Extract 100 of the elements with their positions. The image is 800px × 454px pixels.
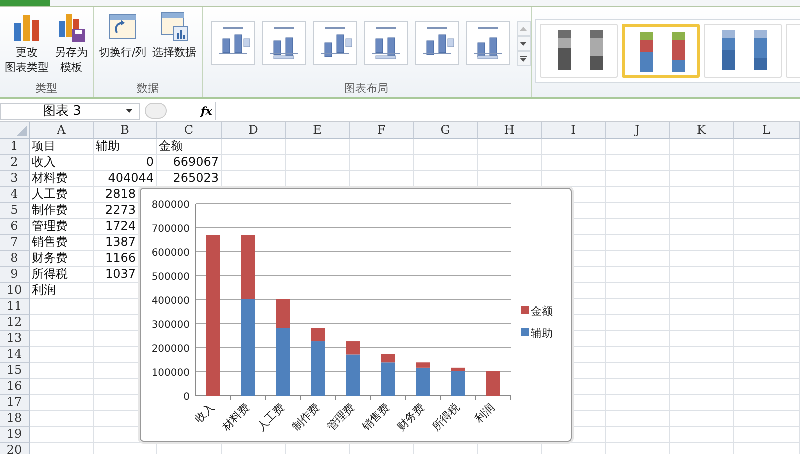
row-header[interactable]: 19 bbox=[0, 427, 30, 443]
corner-triangle-icon bbox=[17, 126, 27, 136]
function-label[interactable]: fx bbox=[201, 104, 212, 118]
table-cell bbox=[734, 379, 800, 395]
table-cell bbox=[734, 411, 800, 427]
table-cell bbox=[542, 155, 606, 171]
name-box[interactable]: 图表 3 bbox=[0, 102, 140, 120]
up-arrow-icon bbox=[520, 26, 528, 30]
row-header[interactable]: 16 bbox=[0, 379, 30, 395]
column-header[interactable]: H bbox=[478, 122, 542, 139]
chart-style-thumbnail[interactable] bbox=[704, 24, 782, 78]
row-header[interactable]: 8 bbox=[0, 251, 30, 267]
row-header[interactable]: 7 bbox=[0, 235, 30, 251]
chart-background[interactable]: 0 100000 200000 300000 400000 500000 600000 700000 800000 收入 材料费 人工费 制作费 管理费 销售费 财务费 所得税 利润 金额 辅助 bbox=[140, 188, 572, 442]
table-cell bbox=[478, 155, 542, 171]
layout-thumbnail[interactable] bbox=[414, 21, 459, 65]
table-cell bbox=[670, 411, 734, 427]
zoom-handle[interactable] bbox=[145, 103, 167, 119]
column-header[interactable]: E bbox=[286, 122, 350, 139]
table-cell bbox=[670, 299, 734, 315]
ribbon-button[interactable]: 更改 图表类型 bbox=[3, 11, 51, 75]
table-cell bbox=[670, 155, 734, 171]
category-label: 所得税 bbox=[430, 400, 462, 434]
bar[interactable] bbox=[382, 354, 396, 363]
row-header[interactable]: 15 bbox=[0, 363, 30, 379]
row-header[interactable]: 12 bbox=[0, 315, 30, 331]
layout-thumbnail[interactable] bbox=[262, 21, 306, 65]
select-all-corner[interactable] bbox=[0, 122, 30, 139]
table-cell bbox=[350, 139, 414, 155]
row-header[interactable]: 2 bbox=[0, 155, 30, 171]
table-cell bbox=[734, 347, 800, 363]
column-header[interactable]: J bbox=[606, 122, 670, 139]
ribbon-button[interactable]: 另存为 模板 bbox=[53, 11, 90, 75]
expand-icon bbox=[520, 56, 528, 62]
axis-tick-label: 300000 bbox=[152, 320, 190, 331]
axis-tick-label: 200000 bbox=[152, 344, 190, 355]
row-header[interactable]: 11 bbox=[0, 299, 30, 315]
axis-tick-label: 0 bbox=[184, 392, 190, 403]
chart-style-thumbnail[interactable] bbox=[622, 24, 700, 78]
column-header[interactable]: B bbox=[94, 122, 157, 139]
table-cell bbox=[286, 155, 350, 171]
table-cell: 人工费 bbox=[30, 187, 94, 203]
table-cell bbox=[734, 171, 800, 187]
table-cell bbox=[606, 411, 670, 427]
row-header[interactable]: 1 bbox=[0, 139, 30, 155]
more-button[interactable] bbox=[516, 51, 531, 66]
table-cell bbox=[734, 187, 800, 203]
table-cell bbox=[734, 331, 800, 347]
row-header[interactable]: 20 bbox=[0, 443, 30, 454]
column-header[interactable]: G bbox=[414, 122, 478, 139]
bar[interactable] bbox=[312, 328, 326, 342]
category-label: 收入 bbox=[192, 400, 218, 426]
table-cell bbox=[734, 235, 800, 251]
column-header[interactable]: K bbox=[670, 122, 734, 139]
ribbon-button[interactable]: 选择数据 bbox=[150, 11, 199, 60]
table-cell bbox=[670, 315, 734, 331]
row-header[interactable]: 6 bbox=[0, 219, 30, 235]
column-header[interactable]: A bbox=[30, 122, 94, 139]
table-cell bbox=[670, 219, 734, 235]
row-header[interactable]: 3 bbox=[0, 171, 30, 187]
ribbon-button[interactable]: 切换行/列 bbox=[97, 11, 149, 60]
table-cell bbox=[734, 395, 800, 411]
row-header[interactable]: 9 bbox=[0, 267, 30, 283]
bar[interactable] bbox=[452, 368, 466, 372]
table-cell bbox=[606, 331, 670, 347]
table-cell bbox=[670, 267, 734, 283]
table-cell bbox=[606, 267, 670, 283]
layout-thumbnail[interactable] bbox=[466, 21, 510, 65]
column-header[interactable]: D bbox=[222, 122, 286, 139]
row-header[interactable]: 10 bbox=[0, 283, 30, 299]
table-cell: 所得税 bbox=[30, 267, 94, 283]
scroll-down-button[interactable] bbox=[516, 36, 531, 51]
table-cell bbox=[670, 347, 734, 363]
row-header[interactable]: 5 bbox=[0, 203, 30, 219]
table-cell bbox=[286, 139, 350, 155]
table-cell bbox=[606, 347, 670, 363]
row-header[interactable]: 4 bbox=[0, 187, 30, 203]
table-cell bbox=[606, 139, 670, 155]
column-header[interactable]: C bbox=[157, 122, 222, 139]
row-header[interactable]: 18 bbox=[0, 411, 30, 427]
axis-tick-label: 100000 bbox=[152, 368, 190, 379]
layout-thumbnail[interactable] bbox=[364, 21, 408, 65]
row-header[interactable]: 14 bbox=[0, 347, 30, 363]
column-header[interactable]: I bbox=[542, 122, 606, 139]
column-header[interactable]: F bbox=[350, 122, 414, 139]
layout-thumbnail[interactable] bbox=[210, 21, 255, 65]
table-cell: 项目 bbox=[30, 139, 94, 155]
table-cell: 财务费 bbox=[30, 251, 94, 267]
row-header[interactable]: 17 bbox=[0, 395, 30, 411]
table-cell: 收入 bbox=[30, 155, 94, 171]
table-cell bbox=[670, 187, 734, 203]
table-cell: 材料费 bbox=[30, 171, 94, 187]
layout-thumbnail[interactable] bbox=[312, 21, 357, 65]
category-label: 利润 bbox=[472, 400, 498, 426]
column-header[interactable]: L bbox=[734, 122, 800, 139]
table-cell bbox=[734, 299, 800, 315]
table-cell bbox=[670, 139, 734, 155]
chart-style-thumbnail[interactable] bbox=[540, 24, 618, 78]
table-cell bbox=[606, 315, 670, 331]
row-header[interactable]: 13 bbox=[0, 331, 30, 347]
